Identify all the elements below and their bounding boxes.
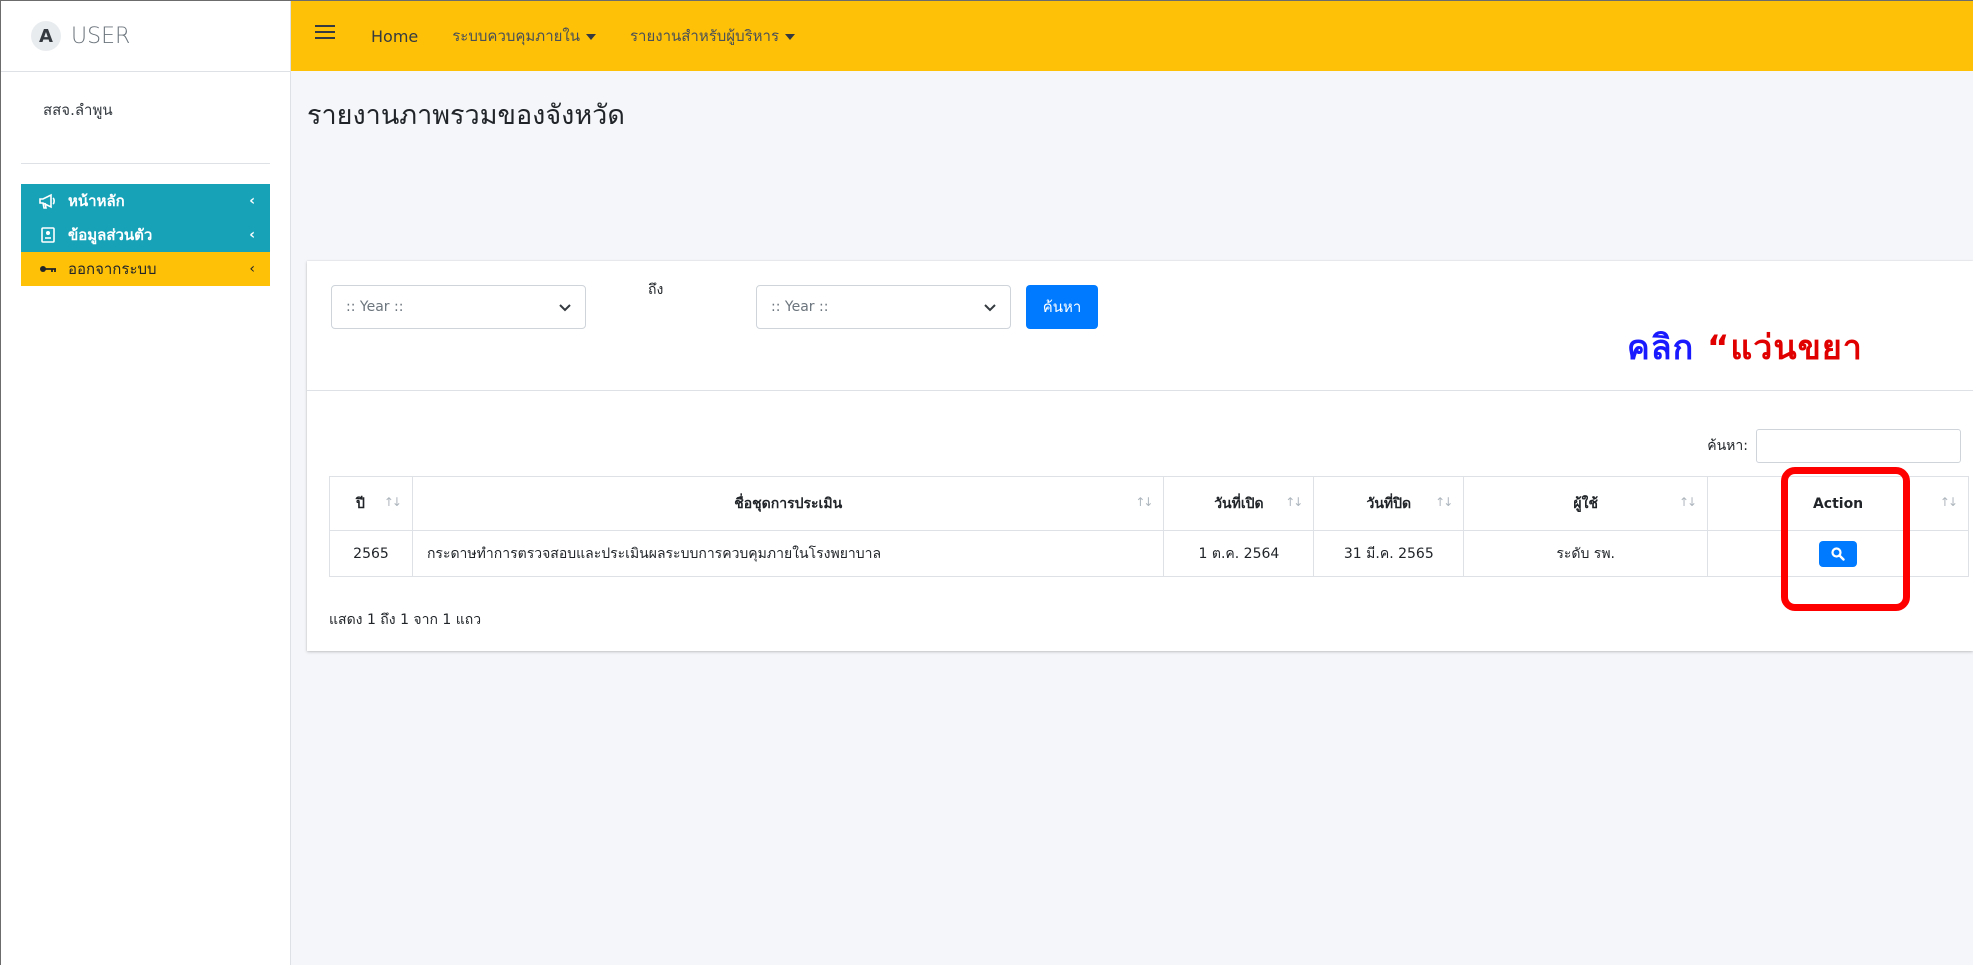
sidebar: A USER สสจ.ลำพูน หน้าหลัก ‹ ข้อมูลส่วนตั… xyxy=(1,1,291,965)
column-label: วันที่เปิด xyxy=(1214,495,1264,512)
year-from-select[interactable]: :: Year :: xyxy=(331,285,586,329)
table-row: 2565 กระดาษทำการตรวจสอบและประเมินผลระบบก… xyxy=(329,530,1969,577)
megaphone-icon xyxy=(36,193,60,209)
divider xyxy=(307,390,1973,391)
column-header-user[interactable]: ผู้ใช้ ↑↓ xyxy=(1463,476,1709,531)
column-label: ผู้ใช้ xyxy=(1573,495,1598,512)
table-header-row: ปี ↑↓ ชื่อชุดการประเมิน ↑↓ วันที่เปิด ↑↓ วั… xyxy=(329,476,1969,531)
table-info: แสดง 1 ถึง 1 จาก 1 แถว xyxy=(329,612,482,628)
assessment-table: ปี ↑↓ ชื่อชุดการประเมิน ↑↓ วันที่เปิด ↑↓ วั… xyxy=(329,476,1969,577)
search-button[interactable]: ค้นหา xyxy=(1026,285,1098,329)
brand-name: USER xyxy=(71,23,131,49)
annotation-highlight-box xyxy=(1781,467,1910,611)
chevron-down-icon xyxy=(984,300,996,316)
to-label: ถึง xyxy=(648,282,664,298)
year-from-value: :: Year :: xyxy=(346,299,404,315)
page-title: รายงานภาพรวมของจังหวัด xyxy=(307,100,625,131)
year-to-value: :: Year :: xyxy=(771,299,829,315)
chevron-left-icon: ‹ xyxy=(249,193,255,209)
sort-icon: ↑↓ xyxy=(1435,495,1453,509)
cell-year: 2565 xyxy=(329,530,413,577)
table-search-input[interactable] xyxy=(1756,429,1961,463)
column-label: ปี xyxy=(356,495,365,512)
column-header-close-date[interactable]: วันที่ปิด ↑↓ xyxy=(1313,476,1465,531)
sidebar-item-profile[interactable]: ข้อมูลส่วนตัว ‹ xyxy=(21,218,270,252)
column-header-name[interactable]: ชื่อชุดการประเมิน ↑↓ xyxy=(411,476,1165,531)
nav-internal-control-label: ระบบควบคุมภายใน xyxy=(452,27,580,45)
sidebar-item-label: หน้าหลัก xyxy=(68,192,125,210)
cell-close-date: 31 มี.ค. 2565 xyxy=(1313,530,1465,577)
column-label: ชื่อชุดการประเมิน xyxy=(734,495,843,512)
caret-down-icon xyxy=(785,33,796,40)
cell-name: กระดาษทำการตรวจสอบและประเมินผลระบบการควบ… xyxy=(411,530,1165,577)
filter-row: :: Year :: ถึง :: Year :: ค้นหา xyxy=(331,273,1231,329)
annotation-prefix: คลิก xyxy=(1627,328,1708,368)
cell-open-date: 1 ต.ค. 2564 xyxy=(1163,530,1315,577)
chevron-left-icon: ‹ xyxy=(249,261,255,277)
chevron-down-icon xyxy=(559,300,571,316)
annotation-quoted: “แว่นขยา xyxy=(1707,328,1863,368)
user-panel: สสจ.ลำพูน xyxy=(21,72,270,164)
brand[interactable]: A USER xyxy=(1,1,290,72)
key-icon xyxy=(36,264,60,274)
cell-user: ระดับ รพ. xyxy=(1463,530,1709,577)
nav-executive-report-label: รายงานสำหรับผู้บริหาร xyxy=(629,27,780,45)
sidebar-nav: หน้าหลัก ‹ ข้อมูลส่วนตัว ‹ ออกจากระบบ ‹ xyxy=(1,184,290,286)
sidebar-item-label: ออกจากระบบ xyxy=(68,260,157,278)
column-header-open-date[interactable]: วันที่เปิด ↑↓ xyxy=(1163,476,1315,531)
column-header-year[interactable]: ปี ↑↓ xyxy=(329,476,413,531)
sort-icon: ↑↓ xyxy=(1939,495,1958,509)
sort-icon: ↑↓ xyxy=(383,495,402,509)
caret-down-icon xyxy=(585,33,596,40)
table-search: ค้นหา: xyxy=(1707,429,1961,463)
hamburger-menu-icon[interactable] xyxy=(315,25,335,39)
nav-internal-control-dropdown[interactable]: ระบบควบคุมภายใน xyxy=(452,24,596,48)
main-content: รายงานภาพรวมของจังหวัด :: Year :: ถึง ::… xyxy=(291,71,1973,965)
top-navbar: Home ระบบควบคุมภายใน รายงานสำหรับผู้บริห… xyxy=(291,1,1973,71)
year-to-select[interactable]: :: Year :: xyxy=(756,285,1011,329)
id-card-icon xyxy=(36,227,60,243)
user-name[interactable]: สสจ.ลำพูน xyxy=(43,101,113,119)
brand-logo: A xyxy=(31,21,61,51)
sort-icon: ↑↓ xyxy=(1135,495,1153,509)
sidebar-item-home[interactable]: หน้าหลัก ‹ xyxy=(21,184,270,218)
table-search-label: ค้นหา: xyxy=(1707,438,1748,454)
sort-icon: ↑↓ xyxy=(1679,495,1697,509)
nav-executive-report-dropdown[interactable]: รายงานสำหรับผู้บริหาร xyxy=(629,24,796,48)
sort-icon: ↑↓ xyxy=(1285,495,1303,509)
column-label: วันที่ปิด xyxy=(1366,495,1412,512)
annotation-text: คลิก “แว่นขยา xyxy=(1627,320,1863,374)
nav-home-link[interactable]: Home xyxy=(371,27,418,46)
sidebar-item-label: ข้อมูลส่วนตัว xyxy=(68,226,153,244)
sidebar-item-logout[interactable]: ออกจากระบบ ‹ xyxy=(21,252,270,286)
chevron-left-icon: ‹ xyxy=(249,227,255,243)
